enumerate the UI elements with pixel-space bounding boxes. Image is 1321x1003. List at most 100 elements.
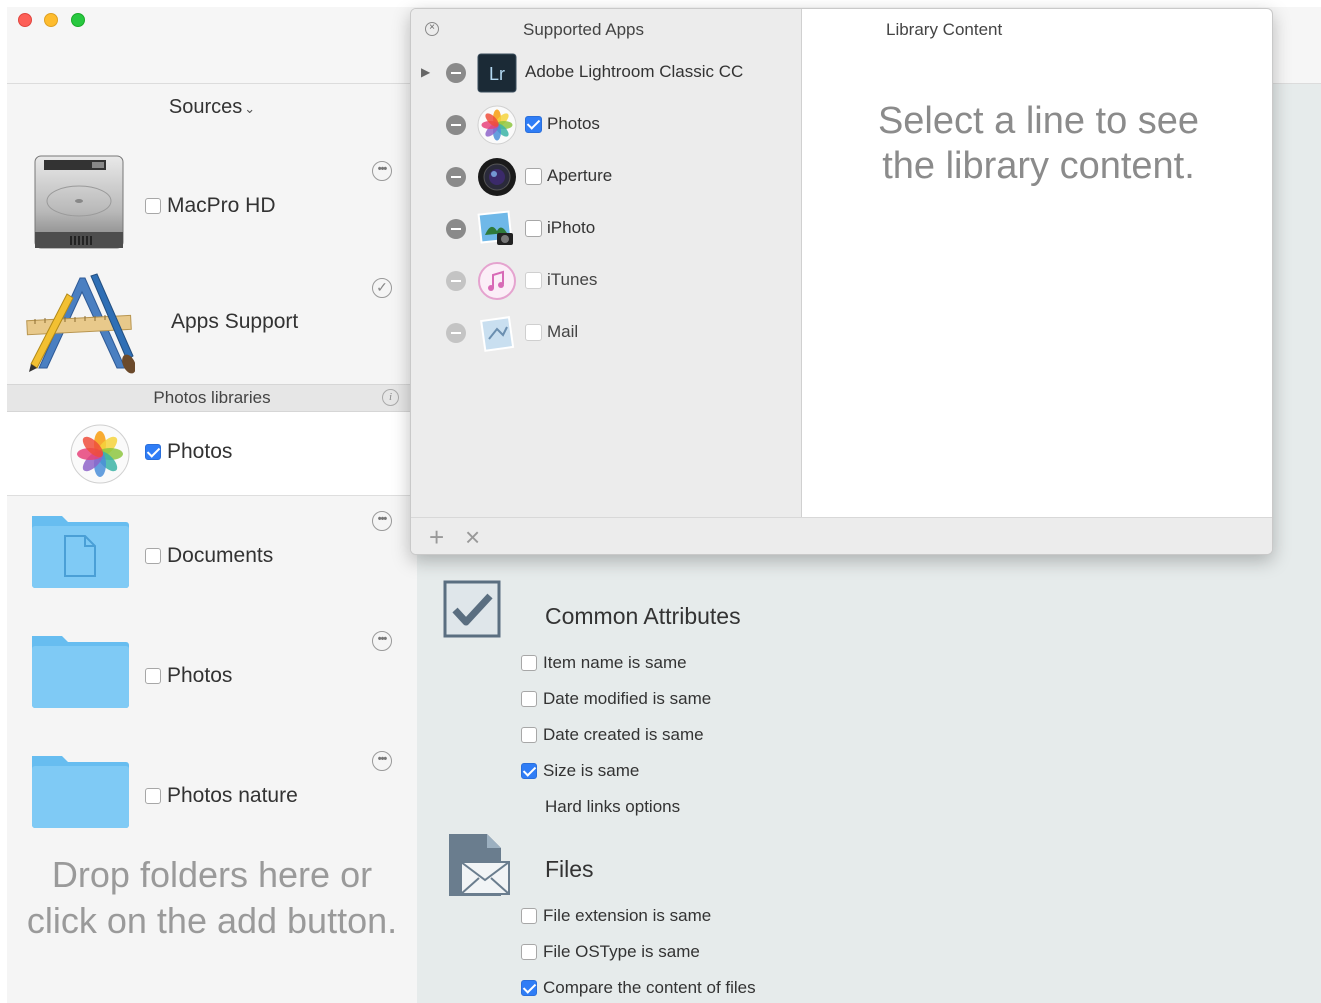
item-name-same-checkbox[interactable] (521, 655, 537, 671)
aperture-app-label[interactable]: Aperture (525, 166, 612, 186)
item-name-same-label: Item name is same (543, 653, 687, 672)
documents-folder-icon (32, 516, 129, 588)
popover-close-icon[interactable]: × (425, 22, 439, 36)
common-attributes-check-icon (443, 580, 501, 638)
documents-checkbox[interactable] (145, 548, 161, 564)
aperture-app-checkbox[interactable] (525, 167, 542, 185)
zoom-window-button[interactable] (71, 13, 85, 27)
lightroom-icon: Lr (477, 53, 517, 93)
source-macpro-hd[interactable]: MacPro HD (145, 194, 276, 218)
library-content-placeholder: Select a line to see the library content… (803, 99, 1272, 189)
date-modified-same-checkbox[interactable] (521, 691, 537, 707)
macpro-hd-checkbox[interactable] (145, 198, 161, 214)
option-date-created-same[interactable]: Date created is same (521, 725, 704, 745)
source-photos-library[interactable]: Photos (145, 440, 232, 464)
photos-app-label-text: Photos (547, 114, 600, 133)
app-row-mail[interactable]: Mail (411, 311, 802, 355)
macpro-hd-label: MacPro HD (167, 194, 276, 217)
mail-app-checkbox[interactable] (525, 323, 542, 341)
itunes-app-label[interactable]: iTunes (525, 270, 597, 290)
remove-aperture-button[interactable] (446, 167, 466, 187)
remove-app-button[interactable]: × (465, 522, 480, 553)
remove-iphoto-button[interactable] (446, 219, 466, 239)
mail-icon (480, 316, 515, 352)
placeholder-line1: Select a line to see (877, 100, 1200, 142)
source-documents[interactable]: Documents (145, 544, 273, 568)
placeholder-line2: the library content. (882, 145, 1195, 187)
minimize-window-button[interactable] (44, 13, 58, 27)
option-compare-content[interactable]: Compare the content of files (521, 978, 756, 998)
photos-app-icon (70, 424, 130, 484)
remove-photos-button[interactable] (446, 115, 466, 135)
files-title: Files (545, 856, 594, 882)
date-created-same-label: Date created is same (543, 725, 704, 744)
iphoto-icon (477, 210, 513, 245)
drop-folders-hint: Drop folders here or click on the add bu… (7, 852, 417, 944)
hard-links-options-link[interactable]: Hard links options (545, 797, 680, 817)
date-modified-same-label: Date modified is same (543, 689, 712, 708)
option-file-extension-same[interactable]: File extension is same (521, 906, 711, 926)
file-extension-same-label: File extension is same (543, 906, 712, 925)
option-date-modified-same[interactable]: Date modified is same (521, 689, 711, 709)
macpro-more-button[interactable]: ••• (372, 161, 392, 181)
info-icon[interactable]: i (382, 389, 399, 406)
app-row-lightroom[interactable]: ▶ Lr Adobe Lightroom Classic CC (411, 51, 802, 95)
source-photos-nature[interactable]: Photos nature (145, 784, 298, 808)
iphoto-app-label[interactable]: iPhoto (525, 218, 595, 238)
source-photos-folder[interactable]: Photos (145, 664, 232, 688)
photos-folder-more-button[interactable]: ••• (372, 631, 392, 651)
photos-nature-checkbox[interactable] (145, 788, 161, 804)
library-content-pane: Select a line to see the library content… (803, 47, 1272, 517)
itunes-icon (478, 262, 516, 300)
file-ostype-same-label: File OSType is same (543, 942, 700, 961)
date-created-same-checkbox[interactable] (521, 727, 537, 743)
lightroom-badge-text: Lr (489, 64, 505, 84)
photos-library-checkbox[interactable] (145, 444, 161, 460)
close-window-button[interactable] (18, 13, 32, 27)
photos-folder-checkbox[interactable] (145, 668, 161, 684)
photos-app-checkbox[interactable] (525, 115, 542, 133)
remove-lightroom-button[interactable] (446, 63, 466, 83)
size-same-label: Size is same (543, 761, 640, 780)
photos-icon (477, 105, 517, 145)
source-apps-support[interactable]: Apps Support (171, 310, 298, 334)
file-extension-same-checkbox[interactable] (521, 908, 537, 924)
documents-more-button[interactable]: ••• (372, 511, 392, 531)
photos-libraries-label: Photos libraries (153, 388, 271, 407)
photos-library-label: Photos (167, 440, 233, 463)
remove-mail-button[interactable] (446, 323, 466, 343)
apps-support-icon (26, 273, 135, 374)
itunes-app-checkbox[interactable] (525, 271, 542, 289)
apps-support-selected-icon[interactable]: ✓ (372, 278, 392, 298)
sources-header-label: Sources (168, 96, 243, 118)
lightroom-label: Adobe Lightroom Classic CC (525, 62, 743, 82)
hard-drive-icon (34, 155, 124, 249)
documents-label: Documents (167, 544, 274, 567)
app-row-photos[interactable]: Photos (411, 103, 802, 147)
photos-nature-label: Photos nature (167, 784, 298, 807)
photos-library-row[interactable]: Photos (7, 412, 417, 496)
app-row-itunes[interactable]: iTunes (411, 259, 802, 303)
app-row-aperture[interactable]: Aperture (411, 155, 802, 199)
app-row-iphoto[interactable]: iPhoto (411, 207, 802, 251)
iphoto-app-checkbox[interactable] (525, 219, 542, 237)
option-item-name-same[interactable]: Item name is same (521, 653, 687, 673)
library-content-title: Library Content (886, 20, 1003, 39)
sources-menu[interactable]: Sources ⌄ (7, 96, 417, 119)
option-file-ostype-same[interactable]: File OSType is same (521, 942, 700, 962)
sources-sidebar: Sources ⌄ MacPro HD ••• Apps Support ✓ P… (7, 84, 417, 1003)
chevron-down-icon: ⌄ (244, 101, 256, 116)
photos-libraries-header: Photos libraries i (7, 384, 417, 412)
mail-app-label[interactable]: Mail (525, 322, 578, 342)
size-same-checkbox[interactable] (521, 763, 537, 779)
photos-app-label[interactable]: Photos (525, 114, 600, 134)
compare-content-checkbox[interactable] (521, 980, 537, 996)
disclosure-triangle-icon[interactable]: ▶ (421, 65, 430, 79)
apps-support-label: Apps Support (171, 310, 299, 333)
files-icon (449, 834, 510, 896)
add-app-button[interactable]: + (429, 522, 444, 553)
remove-itunes-button[interactable] (446, 271, 466, 291)
file-ostype-same-checkbox[interactable] (521, 944, 537, 960)
option-size-same[interactable]: Size is same (521, 761, 639, 781)
photos-nature-more-button[interactable]: ••• (372, 751, 392, 771)
